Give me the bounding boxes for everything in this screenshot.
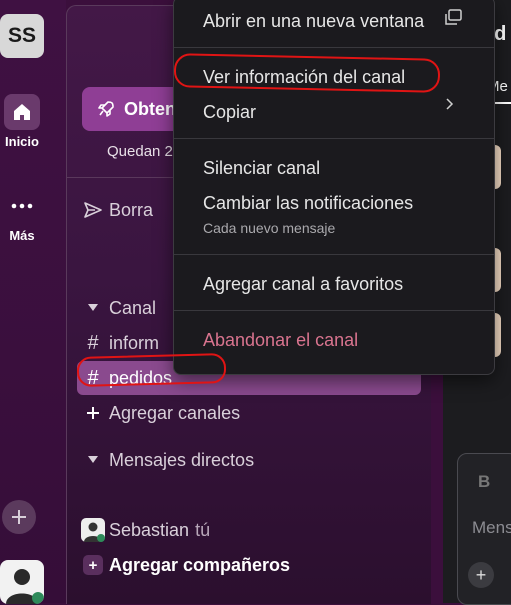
workspace-avatar[interactable]: SS — [0, 14, 44, 58]
menu-item-open-new-window[interactable]: Abrir en una nueva ventana — [203, 11, 424, 32]
user-avatar-icon — [6, 569, 44, 604]
rail-more-button[interactable]: Más — [0, 188, 44, 243]
chevron-right-icon — [446, 98, 454, 110]
dm-user-name: Sebastian — [109, 519, 190, 540]
menu-divider — [174, 254, 494, 255]
caret-down-icon — [77, 456, 109, 464]
send-icon — [77, 201, 109, 219]
add-teammates-label: Agregar compañeros — [109, 554, 291, 575]
rocket-icon — [98, 101, 114, 117]
menu-item-add-to-favorites[interactable]: Agregar canal a favoritos — [203, 274, 403, 295]
drafts-label: Borra — [109, 199, 154, 220]
dms-section-label: Mensajes directos — [109, 449, 255, 470]
dms-section-header[interactable]: Mensajes directos — [77, 443, 421, 477]
bold-button[interactable]: B — [478, 472, 490, 492]
menu-divider — [174, 310, 494, 311]
hash-icon: # — [87, 366, 99, 389]
rail-more-label: Más — [9, 228, 35, 243]
user-avatar-button[interactable] — [0, 560, 44, 604]
composer-placeholder: Mens — [472, 518, 511, 537]
plus-icon — [12, 510, 26, 524]
notifications-current-value: Cada nuevo mensaje — [203, 220, 336, 236]
dm-self-suffix: tú — [195, 519, 211, 540]
channel-name: inform — [109, 332, 160, 353]
message-composer[interactable]: B Mens + — [457, 453, 511, 605]
add-channels-label: Agregar canales — [109, 402, 241, 423]
menu-item-copy[interactable]: Copiar — [203, 102, 256, 123]
new-window-icon — [445, 9, 462, 25]
rail-home-label: Inicio — [5, 134, 39, 149]
upgrade-label: Obten — [124, 98, 176, 119]
add-teammates-button[interactable]: + Agregar compañeros — [77, 548, 421, 582]
workspace-rail: SS Inicio Más — [0, 0, 66, 604]
trial-days-text: Quedan 2 — [107, 143, 173, 160]
plus-icon — [77, 406, 109, 420]
more-dots-icon — [4, 188, 40, 224]
menu-item-mute-channel[interactable]: Silenciar canal — [203, 158, 320, 179]
rail-home-button[interactable]: Inicio — [0, 94, 44, 149]
add-channels-button[interactable]: Agregar canales — [77, 396, 421, 430]
menu-divider — [174, 138, 494, 139]
user-avatar-icon — [77, 518, 109, 542]
plus-icon: + — [83, 555, 103, 575]
channel-context-menu: Abrir en una nueva ventana Ver informaci… — [173, 0, 495, 375]
rail-add-button[interactable] — [2, 500, 36, 534]
menu-item-view-channel-info[interactable]: Ver información del canal — [203, 67, 405, 88]
caret-down-icon — [77, 304, 109, 312]
hash-icon: # — [87, 331, 99, 354]
attach-plus-button[interactable]: + — [468, 562, 494, 588]
dm-item-self[interactable]: Sebastian tú — [77, 513, 421, 547]
menu-item-leave-channel[interactable]: Abandonar el canal — [203, 330, 358, 351]
channel-name: pedidos — [109, 367, 173, 388]
home-icon — [4, 94, 40, 130]
channels-section-label: Canal — [109, 297, 157, 318]
menu-item-change-notifications[interactable]: Cambiar las notificaciones — [203, 193, 413, 214]
menu-divider — [174, 47, 494, 48]
